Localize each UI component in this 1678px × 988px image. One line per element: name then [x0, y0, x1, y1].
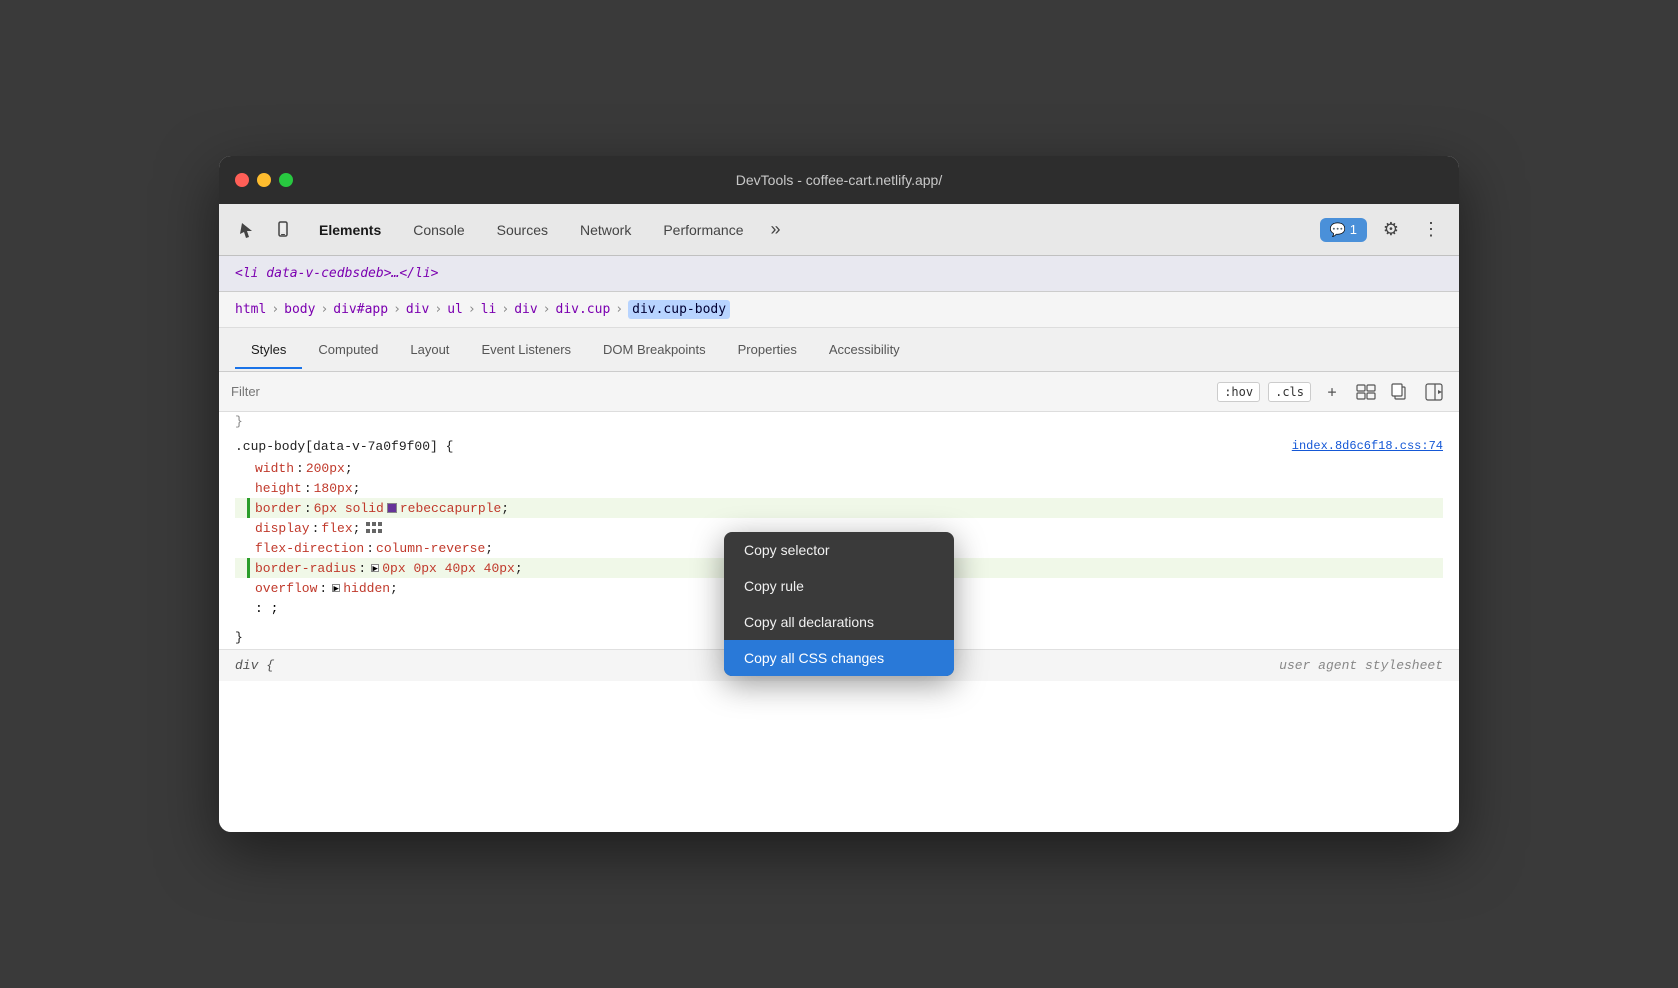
expand-overflow[interactable]: ▶: [332, 584, 340, 592]
tab-styles[interactable]: Styles: [235, 332, 302, 369]
css-file-ref[interactable]: index.8d6c6f18.css:74: [1292, 439, 1443, 453]
collapse-icon[interactable]: [1421, 379, 1447, 405]
breadcrumb: html › body › div#app › div › ul › li › …: [219, 292, 1459, 328]
notification-icon: 💬: [1330, 222, 1346, 238]
breadcrumb-li[interactable]: li: [481, 302, 497, 317]
color-swatch-border[interactable]: [387, 503, 397, 513]
more-options-button[interactable]: ⋮: [1415, 214, 1447, 246]
filter-bar: :hov .cls +: [219, 372, 1459, 412]
context-menu: Copy selector Copy rule Copy all declara…: [724, 532, 954, 676]
close-button[interactable]: [235, 173, 249, 187]
context-menu-copy-selector[interactable]: Copy selector: [724, 532, 954, 568]
mobile-icon[interactable]: [267, 214, 299, 246]
modified-indicator-2: [247, 558, 250, 578]
breadcrumb-body[interactable]: body: [284, 302, 315, 317]
panel-tabs: Styles Computed Layout Event Listeners D…: [219, 328, 1459, 372]
titlebar: DevTools - coffee-cart.netlify.app/: [219, 156, 1459, 204]
breadcrumb-divapp[interactable]: div#app: [333, 302, 388, 317]
filter-actions: :hov .cls +: [1217, 379, 1447, 405]
user-agent-ref: user agent stylesheet: [1279, 658, 1443, 673]
devtools-window: DevTools - coffee-cart.netlify.app/ Elem…: [219, 156, 1459, 832]
context-menu-copy-rule[interactable]: Copy rule: [724, 568, 954, 604]
tab-elements[interactable]: Elements: [303, 214, 397, 246]
breadcrumb-ul[interactable]: ul: [447, 302, 463, 317]
toolbar-right: 💬 1 ⚙ ⋮: [1320, 214, 1447, 246]
notification-badge[interactable]: 💬 1: [1320, 218, 1367, 242]
expand-border-radius[interactable]: ▶: [371, 564, 379, 572]
more-tabs-button[interactable]: »: [760, 214, 792, 246]
tab-event-listeners[interactable]: Event Listeners: [465, 332, 587, 369]
window-title: DevTools - coffee-cart.netlify.app/: [736, 172, 942, 188]
context-menu-copy-all-declarations[interactable]: Copy all declarations: [724, 604, 954, 640]
tab-accessibility[interactable]: Accessibility: [813, 332, 916, 369]
tab-network[interactable]: Network: [564, 214, 647, 246]
styles-panel: } .cup-body[data-v-7a0f9f00] { index.8d6…: [219, 412, 1459, 832]
separator: }: [219, 412, 1459, 431]
css-prop-height: height : 180px ;: [235, 478, 1443, 498]
fullscreen-button[interactable]: [279, 173, 293, 187]
css-selector: .cup-body[data-v-7a0f9f00] {: [235, 439, 1443, 454]
tab-computed[interactable]: Computed: [302, 332, 394, 369]
user-agent-selector: div {: [235, 658, 274, 673]
css-prop-border: border : 6px solid rebeccapurple ;: [235, 498, 1443, 518]
computed-icon[interactable]: [1353, 379, 1379, 405]
add-style-button[interactable]: +: [1319, 379, 1345, 405]
minimize-button[interactable]: [257, 173, 271, 187]
code-snippet: <li data-v-cedbsdeb>…</li>: [235, 266, 439, 281]
breadcrumb-div1[interactable]: div: [406, 302, 429, 317]
tab-sources[interactable]: Sources: [481, 214, 564, 246]
filter-input[interactable]: [231, 384, 1209, 399]
traffic-lights: [235, 173, 293, 187]
context-menu-copy-css-changes[interactable]: Copy all CSS changes: [724, 640, 954, 676]
html-code-line: <li data-v-cedbsdeb>…</li>: [219, 256, 1459, 292]
breadcrumb-divcup[interactable]: div.cup: [556, 302, 611, 317]
copy-icon[interactable]: [1387, 379, 1413, 405]
tab-console[interactable]: Console: [397, 214, 480, 246]
breadcrumb-divcupbody[interactable]: div.cup-body: [628, 300, 730, 319]
hov-button[interactable]: :hov: [1217, 382, 1260, 402]
flex-layout-icon[interactable]: [366, 522, 384, 535]
cursor-icon[interactable]: [231, 214, 263, 246]
modified-indicator: [247, 498, 250, 518]
tab-layout[interactable]: Layout: [394, 332, 465, 369]
css-prop-width: width : 200px ;: [235, 458, 1443, 478]
tab-dom-breakpoints[interactable]: DOM Breakpoints: [587, 332, 722, 369]
notification-count: 1: [1350, 222, 1357, 237]
settings-button[interactable]: ⚙: [1375, 214, 1407, 246]
main-tabs: Elements Console Sources Network Perform…: [303, 214, 1316, 246]
breadcrumb-div2[interactable]: div: [514, 302, 537, 317]
toolbar: Elements Console Sources Network Perform…: [219, 204, 1459, 256]
tab-properties[interactable]: Properties: [722, 332, 813, 369]
cls-button[interactable]: .cls: [1268, 382, 1311, 402]
breadcrumb-html[interactable]: html: [235, 302, 266, 317]
tab-performance[interactable]: Performance: [647, 214, 759, 246]
